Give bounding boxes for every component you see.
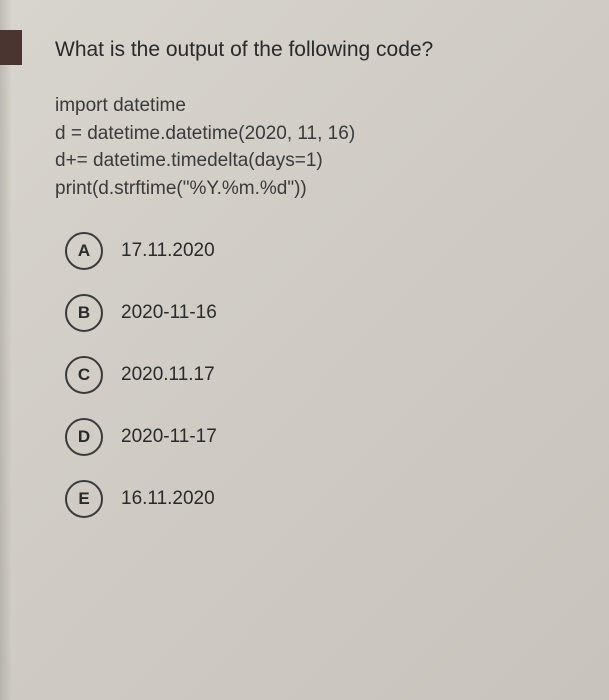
option-letter-c: C bbox=[65, 356, 103, 394]
option-text-c: 2020.11.17 bbox=[121, 364, 215, 386]
option-letter-a: A bbox=[65, 232, 103, 270]
option-c[interactable]: C 2020.11.17 bbox=[65, 356, 579, 394]
option-e[interactable]: E 16.11.2020 bbox=[65, 480, 579, 518]
option-b[interactable]: B 2020-11-16 bbox=[65, 294, 579, 332]
option-text-a: 17.11.2020 bbox=[121, 240, 215, 262]
option-d[interactable]: D 2020-11-17 bbox=[65, 418, 579, 456]
code-block: import datetime d = datetime.datetime(20… bbox=[55, 92, 579, 202]
code-line-1: import datetime bbox=[55, 92, 579, 120]
option-a[interactable]: A 17.11.2020 bbox=[65, 232, 579, 270]
question-title: What is the output of the following code… bbox=[55, 38, 579, 62]
option-letter-e: E bbox=[65, 480, 103, 518]
options-list: A 17.11.2020 B 2020-11-16 C 2020.11.17 D… bbox=[55, 232, 579, 518]
page-edge-shadow bbox=[0, 0, 12, 700]
question-marker bbox=[0, 30, 22, 65]
option-letter-d: D bbox=[65, 418, 103, 456]
question-content: What is the output of the following code… bbox=[0, 0, 609, 572]
option-text-b: 2020-11-16 bbox=[121, 302, 217, 324]
code-line-2: d = datetime.datetime(2020, 11, 16) bbox=[55, 120, 579, 148]
code-line-3: d+= datetime.timedelta(days=1) bbox=[55, 147, 579, 175]
option-text-e: 16.11.2020 bbox=[121, 488, 215, 510]
option-letter-b: B bbox=[65, 294, 103, 332]
code-line-4: print(d.strftime("%Y.%m.%d")) bbox=[55, 175, 579, 203]
option-text-d: 2020-11-17 bbox=[121, 426, 217, 448]
